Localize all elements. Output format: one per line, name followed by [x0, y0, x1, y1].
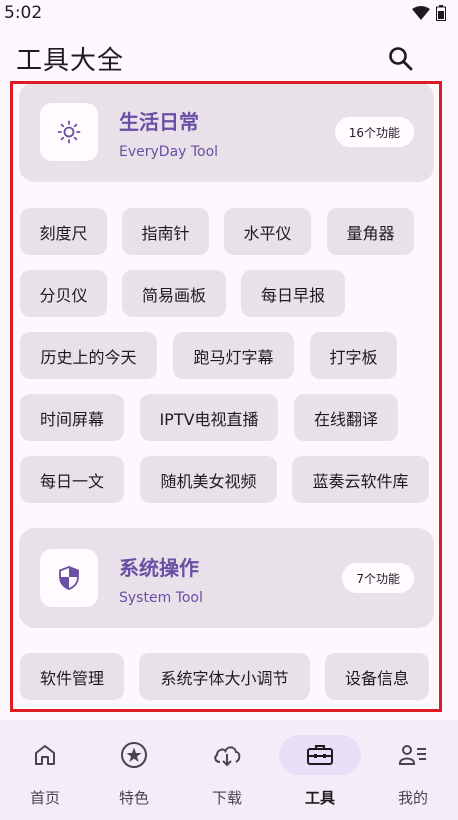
status-bar: 5:02	[0, 0, 458, 26]
nav-item-tools[interactable]: 工具	[275, 720, 365, 820]
person-list-icon	[399, 745, 426, 765]
section-card-system[interactable]: 系统操作 System Tool 7个功能	[19, 528, 434, 628]
tool-chip-device-info[interactable]: 设备信息	[325, 653, 429, 700]
tool-chip-font-size[interactable]: 系统字体大小调节	[139, 653, 310, 700]
nav-label: 工具	[304, 789, 335, 807]
status-time: 5:02	[4, 3, 43, 23]
feature-count-badge: 16个功能	[334, 117, 414, 147]
shield-icon	[59, 566, 79, 590]
nav-label: 我的	[397, 789, 428, 807]
tool-chip-protractor[interactable]: 量角器	[327, 208, 414, 255]
tool-chip-decibel[interactable]: 分贝仪	[20, 270, 107, 317]
tool-chip-lanzou-library[interactable]: 蓝奏云软件库	[292, 456, 429, 503]
nav-label: 特色	[118, 789, 149, 807]
tool-chip-time-screen[interactable]: 时间屏幕	[20, 394, 124, 441]
tool-chip-iptv[interactable]: IPTV电视直播	[140, 394, 278, 441]
tool-chip-marquee[interactable]: 跑马灯字幕	[173, 332, 294, 379]
section-title: 系统操作	[119, 556, 199, 580]
feature-count-badge: 7个功能	[342, 563, 414, 593]
section-icon-box	[40, 103, 98, 161]
nav-item-featured[interactable]: 特色	[89, 720, 179, 820]
tool-chip-level[interactable]: 水平仪	[224, 208, 311, 255]
wifi-icon	[412, 6, 430, 20]
star-icon	[121, 742, 147, 768]
section-card-everyday[interactable]: 生活日常 EveryDay Tool 16个功能	[19, 82, 434, 182]
nav-label: 首页	[29, 789, 60, 807]
tool-chip-app-manager[interactable]: 软件管理	[20, 653, 124, 700]
section-icon-box	[40, 549, 98, 607]
status-icons	[412, 5, 446, 21]
tool-chip-history-today[interactable]: 历史上的今天	[20, 332, 157, 379]
page-title: 工具大全	[16, 46, 125, 76]
search-button[interactable]	[386, 44, 416, 74]
section-subtitle: EveryDay Tool	[119, 144, 219, 160]
section-subtitle: System Tool	[119, 590, 203, 606]
nav-item-home[interactable]: 首页	[0, 720, 90, 820]
tool-chip-random-video[interactable]: 随机美女视频	[140, 456, 277, 503]
battery-icon	[436, 5, 446, 21]
nav-item-download[interactable]: 下载	[182, 720, 272, 820]
tool-chip-compass[interactable]: 指南针	[122, 208, 209, 255]
bottom-nav: 首页 特色 下载 工具 我的	[0, 720, 458, 820]
tool-chip-drawing-board[interactable]: 简易画板	[122, 270, 226, 317]
sun-icon	[57, 120, 81, 144]
nav-label: 下载	[211, 789, 242, 807]
section-title: 生活日常	[119, 110, 199, 134]
search-icon	[389, 47, 413, 71]
toolbox-icon	[307, 745, 333, 765]
cloud-download-icon	[214, 746, 241, 767]
tool-chip-daily-news[interactable]: 每日早报	[241, 270, 345, 317]
tool-chip-translate[interactable]: 在线翻译	[294, 394, 398, 441]
tool-chip-ruler[interactable]: 刻度尺	[20, 208, 107, 255]
tool-chip-typing-board[interactable]: 打字板	[310, 332, 397, 379]
tool-chip-daily-article[interactable]: 每日一文	[20, 456, 124, 503]
home-icon	[35, 745, 55, 765]
tool-list[interactable]: 生活日常 EveryDay Tool 16个功能 刻度尺 指南针 水平仪 量角器…	[12, 82, 442, 712]
nav-item-mine[interactable]: 我的	[368, 720, 458, 820]
